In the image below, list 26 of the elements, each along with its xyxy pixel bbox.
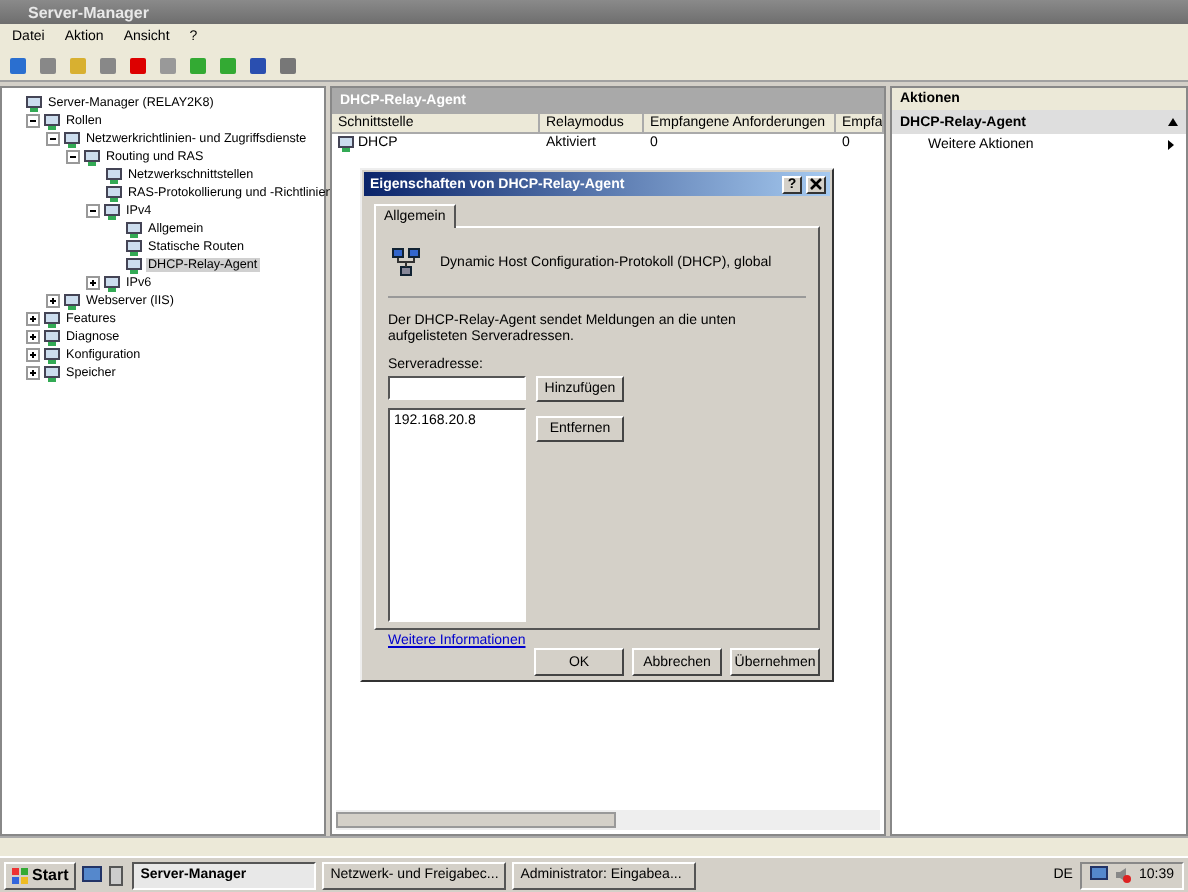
plus-icon[interactable] <box>46 294 60 308</box>
plus-icon[interactable] <box>26 330 40 344</box>
desktop-icon[interactable] <box>82 866 103 884</box>
minus-icon[interactable] <box>86 204 100 218</box>
network-computers-icon <box>392 248 420 276</box>
window-title: Server-Manager <box>0 0 1188 24</box>
plus-icon[interactable] <box>26 366 40 380</box>
collapse-arrow-icon <box>1168 118 1178 126</box>
submenu-arrow-icon <box>1168 140 1174 150</box>
network-icon[interactable] <box>1090 866 1109 884</box>
plus-icon[interactable] <box>86 276 100 290</box>
windows-logo-icon <box>12 867 28 883</box>
start-button[interactable]: Start <box>4 861 77 889</box>
minus-icon[interactable] <box>66 150 80 164</box>
tree-node-icon <box>64 293 80 309</box>
plus-icon[interactable] <box>26 348 40 362</box>
ip-address-field[interactable] <box>388 376 526 400</box>
minus-icon[interactable] <box>46 132 60 146</box>
tree-node-icon <box>338 136 354 152</box>
tree-node-icon <box>84 149 100 165</box>
horizontal-scrollbar[interactable] <box>336 810 880 830</box>
plus-icon[interactable] <box>26 312 40 326</box>
close-button[interactable] <box>806 175 826 193</box>
minus-icon[interactable] <box>26 114 40 128</box>
tree-node-icon <box>104 275 120 291</box>
tree-node-icon <box>64 131 80 147</box>
